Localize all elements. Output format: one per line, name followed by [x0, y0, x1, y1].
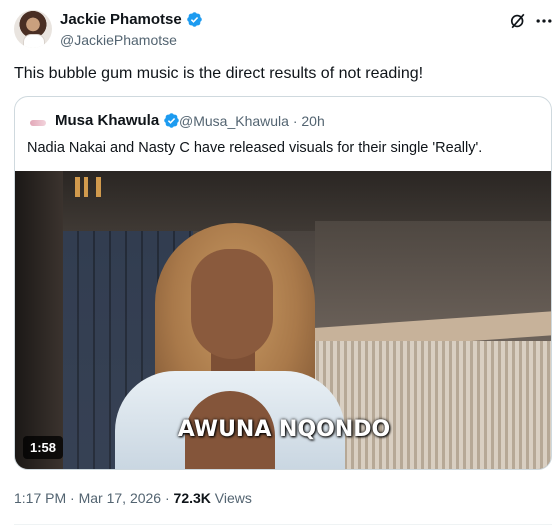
quoted-author-name: Musa Khawula — [55, 112, 160, 129]
video-caption: AWUNA NQONDO — [177, 417, 391, 442]
more-options-icon[interactable] — [534, 11, 554, 31]
views-label: Views — [214, 490, 252, 506]
verified-badge-icon — [186, 12, 202, 27]
author-name-row[interactable]: Jackie Phamotse — [60, 11, 203, 28]
meta-separator: · — [292, 113, 298, 129]
quoted-author-name-row: Musa Khawula — [55, 112, 180, 129]
video-frame-person-face — [191, 249, 273, 359]
footer-separator: · — [164, 490, 170, 506]
footer-separator: · — [70, 490, 75, 506]
author-avatar[interactable] — [14, 10, 52, 48]
author-name[interactable]: Jackie Phamotse — [60, 11, 182, 28]
grok-icon[interactable] — [508, 11, 528, 31]
verified-badge-icon — [164, 113, 179, 128]
author-handle[interactable]: @JackiePhamotse — [60, 32, 177, 48]
quoted-author-handle: @Musa_Khawula — [179, 113, 289, 129]
video-player[interactable]: AWUNA NQONDO 1:58 — [15, 171, 551, 469]
tweet-time[interactable]: 1:17 PM — [14, 490, 66, 506]
quoted-tweet-card[interactable]: Musa Khawula @Musa_Khawula · 20h Nadia N… — [14, 96, 552, 470]
divider — [14, 524, 552, 525]
tweet-date[interactable]: Mar 17, 2026 — [79, 490, 162, 506]
quoted-meta: @Musa_Khawula · 20h — [179, 113, 325, 129]
quoted-tweet-text: Nadia Nakai and Nasty C have released vi… — [27, 140, 483, 156]
video-duration-badge: 1:58 — [23, 436, 64, 459]
tweet-footer: 1:17 PM · Mar 17, 2026 · 72.3K Views — [14, 490, 252, 506]
quoted-timestamp: 20h — [301, 113, 325, 129]
building-logo — [75, 177, 101, 197]
tweet-text: This bubble gum music is the direct resu… — [14, 65, 424, 82]
quoted-author-avatar — [27, 112, 49, 134]
views-count: 72.3K — [173, 490, 211, 506]
